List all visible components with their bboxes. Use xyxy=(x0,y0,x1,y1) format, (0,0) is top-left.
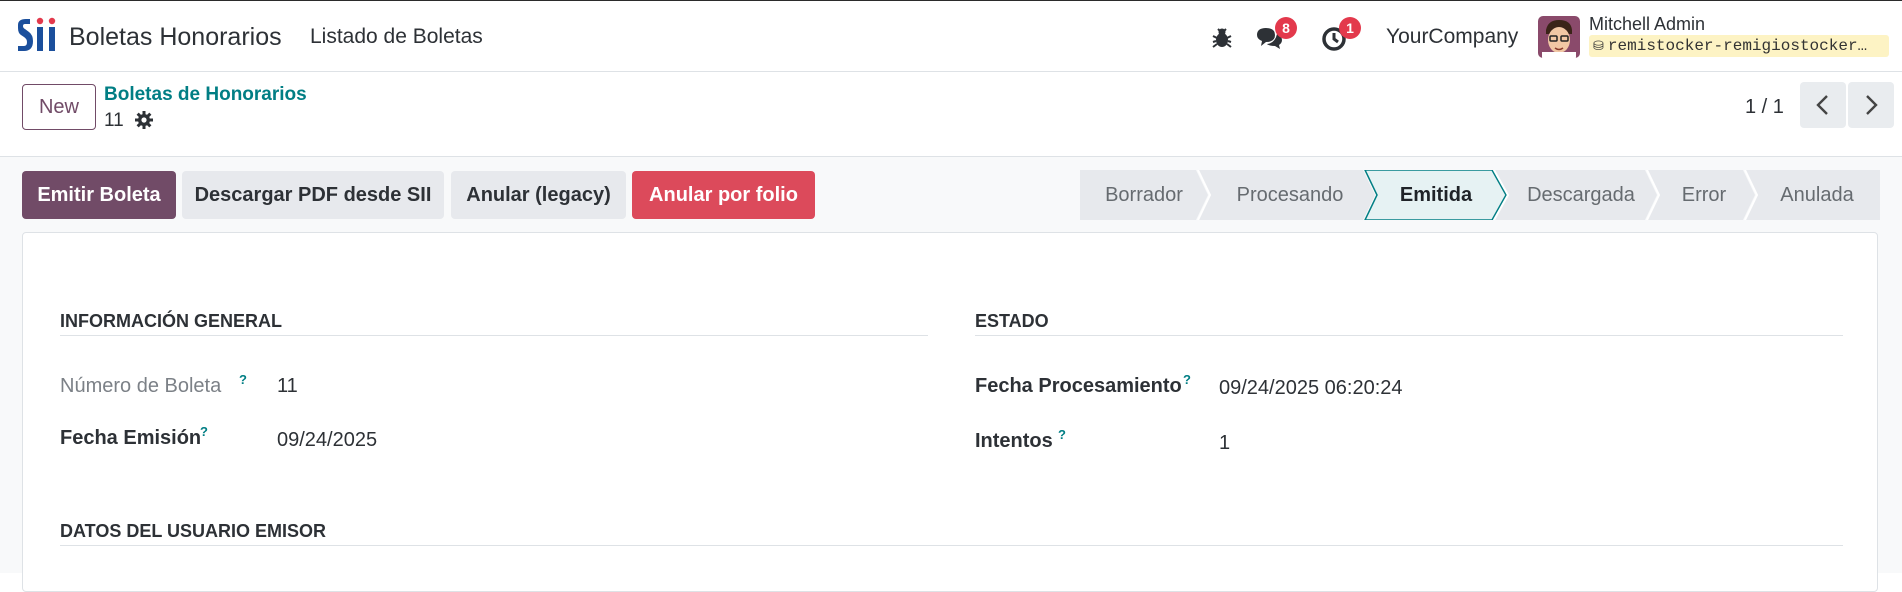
section-title-general: INFORMACIÓN GENERAL xyxy=(60,311,282,331)
record-id: 11 xyxy=(104,110,124,131)
intentos-value: 1 xyxy=(1219,432,1231,454)
pager-next-button[interactable] xyxy=(1848,82,1894,128)
numero-boleta-help-icon[interactable]: ? xyxy=(239,372,247,387)
database-icon: ⛁ xyxy=(1593,39,1604,54)
section-title-emisor: DATOS DEL USUARIO EMISOR xyxy=(60,521,327,541)
pager-previous-button[interactable] xyxy=(1800,82,1846,128)
gear-icon[interactable] xyxy=(134,110,154,130)
menu-item-listado[interactable]: Listado de Boletas xyxy=(310,25,483,49)
anular-por-folio-button[interactable]: Anular por folio xyxy=(632,171,815,219)
top-navbar: Boletas Honorarios Listado de Boletas 8 … xyxy=(0,0,1902,72)
fecha-emision-value: 09/24/2025 xyxy=(277,429,378,451)
activities-badge: 1 xyxy=(1339,17,1361,39)
fecha-procesamiento-label: Fecha Procesamiento xyxy=(975,375,1182,397)
anular-legacy-button[interactable]: Anular (legacy) xyxy=(451,171,626,219)
form-sheet: INFORMACIÓN GENERAL Número de Boleta ? 1… xyxy=(22,232,1878,592)
app-name[interactable]: Boletas Honorarios xyxy=(69,23,282,52)
database-name: remistocker-remigiostocker… xyxy=(1607,37,1868,55)
stage-anulada[interactable]: Anulada xyxy=(1757,170,1877,220)
chevron-right-icon xyxy=(1866,95,1878,115)
messages-badge: 8 xyxy=(1275,17,1297,39)
fecha-procesamiento-value: 09/24/2025 06:20:24 xyxy=(1219,377,1403,399)
section-divider-estado xyxy=(975,335,1843,336)
breadcrumb-boletas[interactable]: Boletas de Honorarios xyxy=(104,84,307,106)
database-chip: ⛁ remistocker-remigiostocker… xyxy=(1589,35,1889,57)
user-name[interactable]: Mitchell Admin xyxy=(1589,14,1705,35)
intentos-help-icon[interactable]: ? xyxy=(1058,427,1066,442)
stage-error[interactable]: Error xyxy=(1659,170,1749,220)
stage-procesando[interactable]: Procesando xyxy=(1210,170,1370,220)
stage-borrador[interactable]: Borrador xyxy=(1080,170,1208,220)
chevron-left-icon xyxy=(1816,95,1828,115)
new-button[interactable]: New xyxy=(22,84,96,130)
descargar-pdf-button[interactable]: Descargar PDF desde SII xyxy=(182,171,444,219)
section-title-estado: ESTADO xyxy=(975,311,1049,331)
emitir-boleta-button[interactable]: Emitir Boleta xyxy=(22,171,176,219)
user-avatar[interactable] xyxy=(1538,16,1580,58)
numero-boleta-label: Número de Boleta xyxy=(60,375,222,397)
numero-boleta-value: 11 xyxy=(277,375,298,397)
pager-value[interactable]: 1 / 1 xyxy=(1745,96,1784,119)
stage-descargada[interactable]: Descargada xyxy=(1508,170,1654,220)
sii-logo-icon[interactable] xyxy=(16,15,60,59)
stage-emitida[interactable]: Emitida xyxy=(1377,170,1495,220)
fecha-procesamiento-help-icon[interactable]: ? xyxy=(1183,372,1191,387)
fecha-emision-help-icon[interactable]: ? xyxy=(200,424,208,439)
intentos-label: Intentos xyxy=(975,430,1053,452)
section-divider-general xyxy=(60,335,928,336)
bug-icon[interactable] xyxy=(1207,23,1237,53)
fecha-emision-label: Fecha Emisión xyxy=(60,427,202,449)
section-divider-emisor xyxy=(60,545,1843,546)
company-switcher[interactable]: YourCompany xyxy=(1386,25,1518,49)
